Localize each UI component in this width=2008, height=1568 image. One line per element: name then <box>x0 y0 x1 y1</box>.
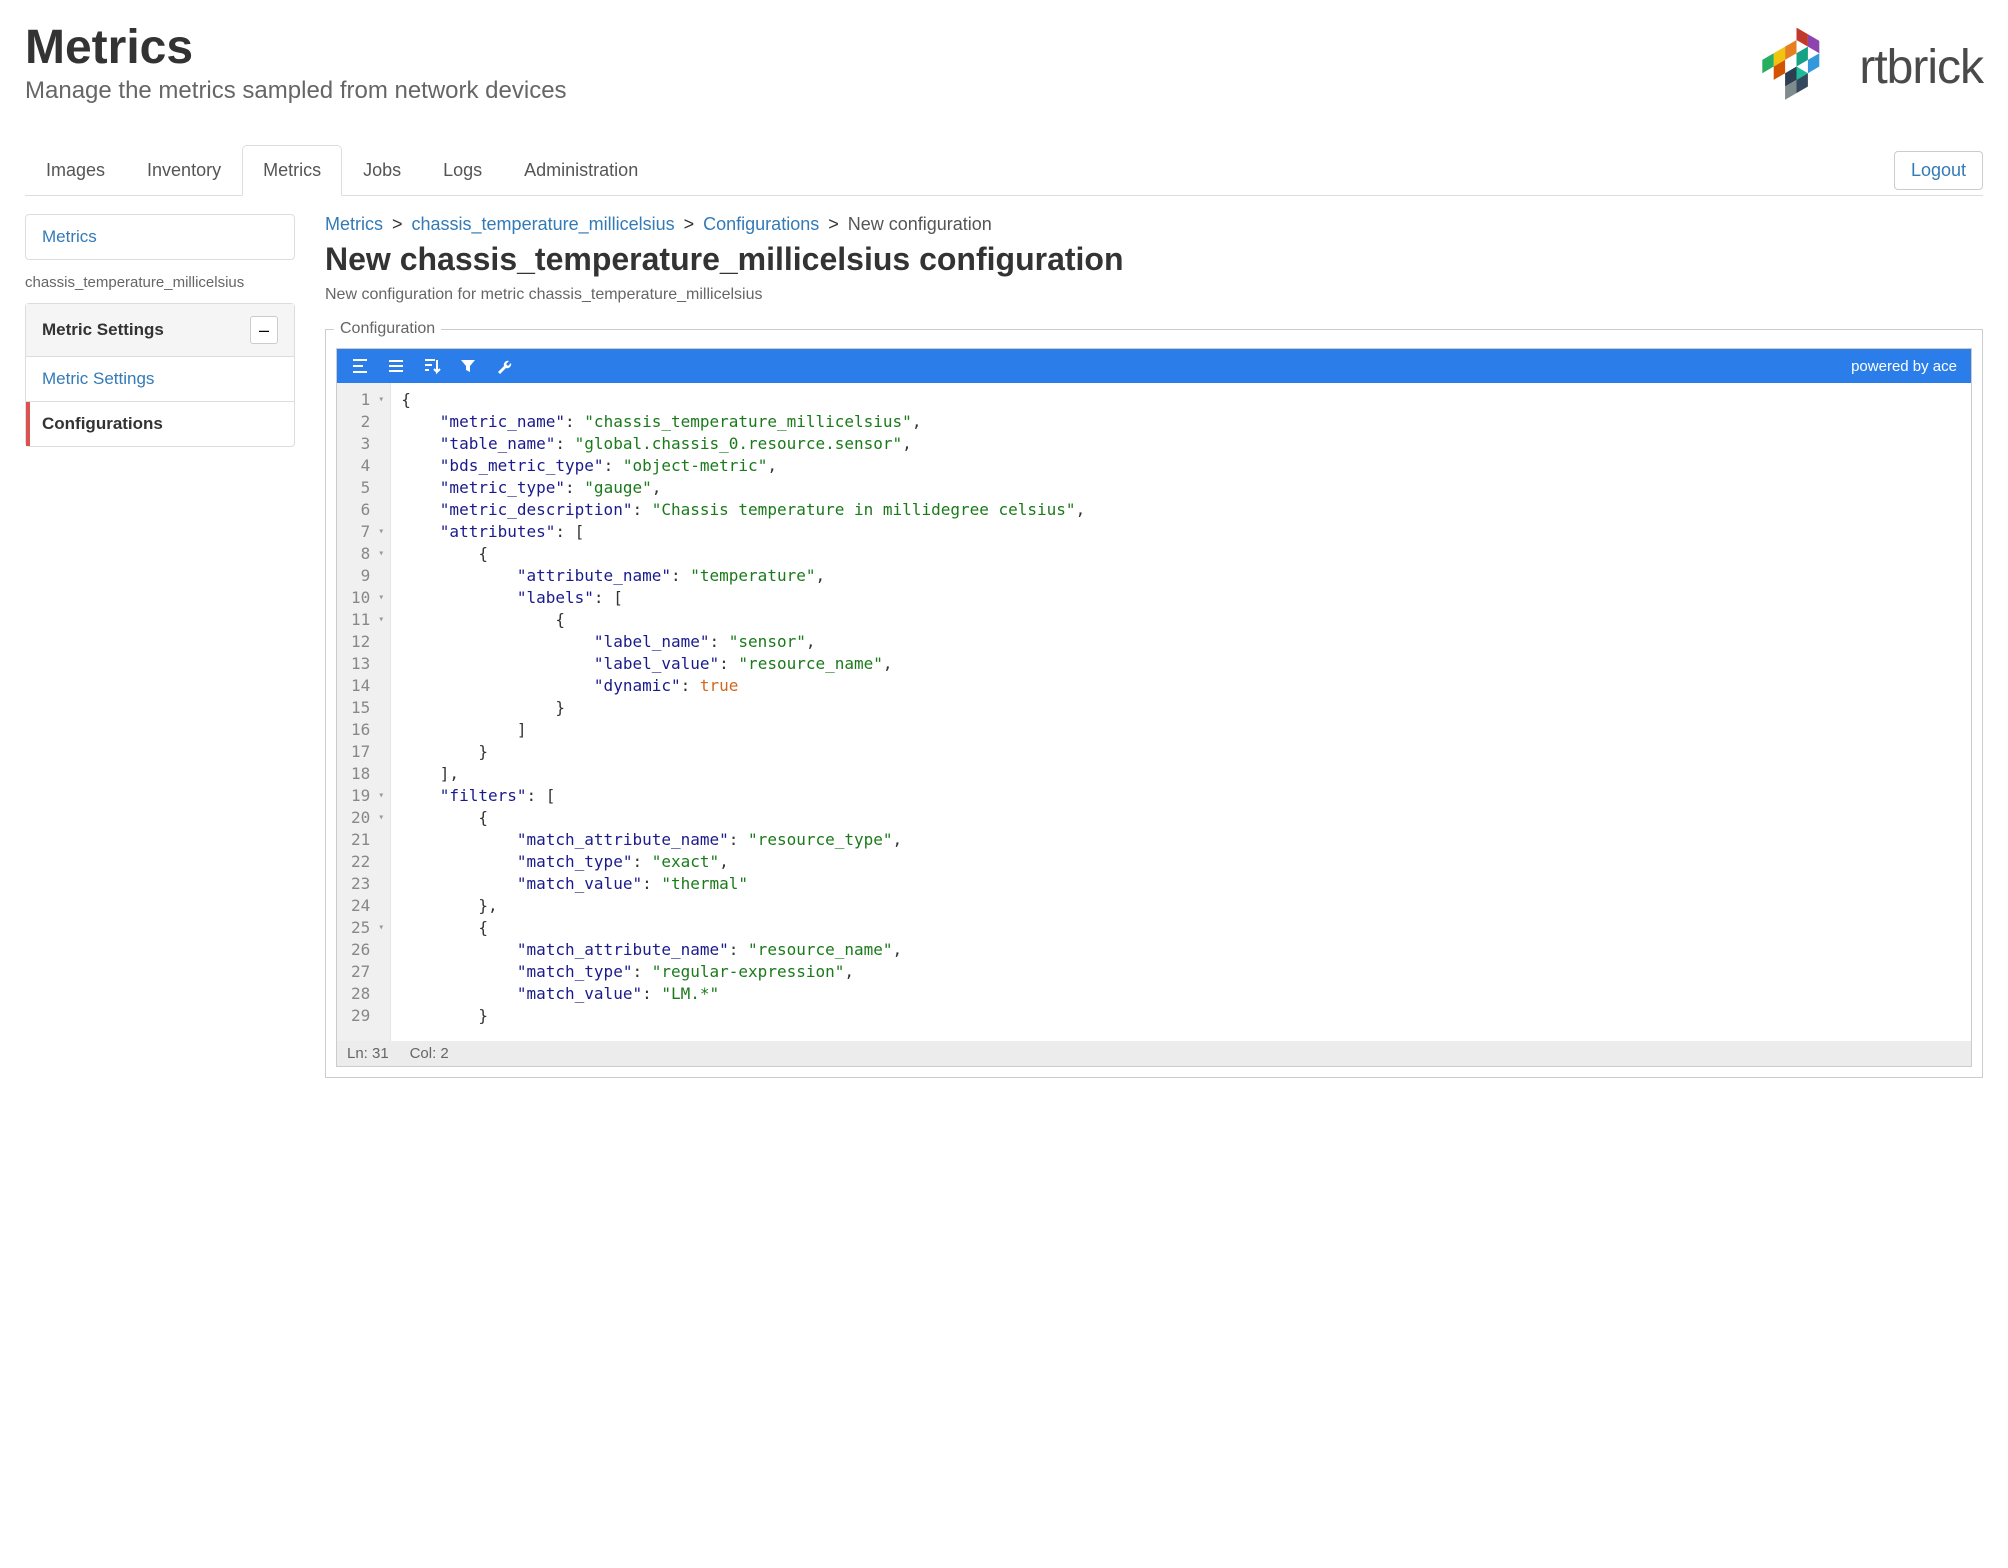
breadcrumb-link[interactable]: Metrics <box>325 214 383 234</box>
page-subtitle: Manage the metrics sampled from network … <box>25 77 567 105</box>
tab-logs[interactable]: Logs <box>422 145 503 196</box>
breadcrumb-current: New configuration <box>848 214 992 234</box>
sort-icon[interactable] <box>423 357 441 375</box>
filter-icon[interactable] <box>459 357 477 375</box>
sidebar-metric-name: chassis_temperature_millicelsius <box>25 270 295 303</box>
tab-metrics[interactable]: Metrics <box>242 145 342 196</box>
repair-icon[interactable] <box>495 357 513 375</box>
sidebar-item-configurations[interactable]: Configurations <box>26 402 294 446</box>
sidebar-item-metric-settings[interactable]: Metric Settings <box>26 357 294 402</box>
tab-images[interactable]: Images <box>25 145 126 196</box>
collapse-button[interactable]: – <box>250 316 278 344</box>
breadcrumb-link[interactable]: Configurations <box>703 214 819 234</box>
tab-inventory[interactable]: Inventory <box>126 145 242 196</box>
content-subtitle: New configuration for metric chassis_tem… <box>325 286 1983 304</box>
breadcrumb-link[interactable]: chassis_temperature_millicelsius <box>412 214 675 234</box>
tab-jobs[interactable]: Jobs <box>342 145 422 196</box>
editor-status-bar: Ln: 31 Col: 2 <box>337 1041 1971 1066</box>
fieldset-legend: Configuration <box>334 320 441 338</box>
logout-button[interactable]: Logout <box>1894 151 1983 190</box>
brand-name: rtbrick <box>1859 40 1983 95</box>
status-line: Ln: 31 <box>347 1045 389 1062</box>
breadcrumb: Metrics > chassis_temperature_millicelsi… <box>325 214 1983 235</box>
page-title: Metrics <box>25 20 567 75</box>
editor-toolbar: powered by ace <box>337 349 1971 383</box>
logo-icon <box>1749 20 1844 115</box>
nav-tabs: ImagesInventoryMetricsJobsLogsAdministra… <box>25 145 659 195</box>
brand-logo: rtbrick <box>1749 20 1983 115</box>
format-icon[interactable] <box>351 357 369 375</box>
content-heading: New chassis_temperature_millicelsius con… <box>325 241 1983 278</box>
editor-powered-label: powered by ace <box>1851 358 1957 375</box>
code-editor[interactable]: 1▾234567▾8▾910▾11▾1213141516171819▾20▾21… <box>337 383 1971 1041</box>
tab-administration[interactable]: Administration <box>503 145 659 196</box>
sidebar-metrics-link[interactable]: Metrics <box>26 215 294 259</box>
settings-header-label: Metric Settings <box>42 320 164 340</box>
compact-icon[interactable] <box>387 357 405 375</box>
status-col: Col: 2 <box>410 1045 449 1062</box>
